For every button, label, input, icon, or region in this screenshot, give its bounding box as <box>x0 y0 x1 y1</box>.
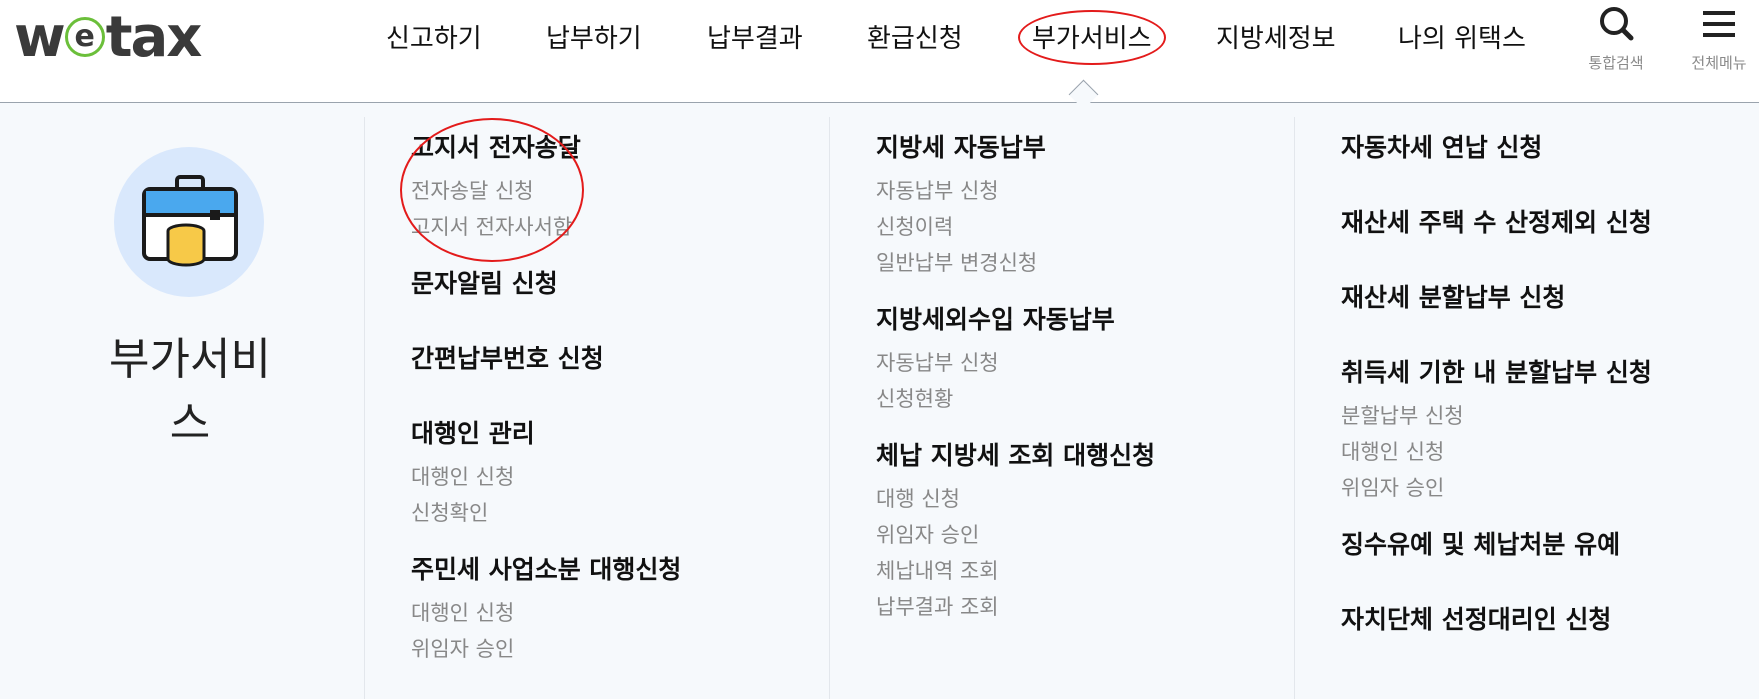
menu-group-title[interactable]: 취득세 기한 내 분할납부 신청 <box>1341 356 1652 390</box>
column-divider <box>829 117 830 699</box>
search-icon <box>1600 7 1634 41</box>
menu-group: 지방세외수입 자동납부 자동납부 신청 신청현황 <box>876 303 1155 417</box>
nav-report[interactable]: 신고하기 <box>386 18 482 55</box>
menu-sub-item[interactable]: 위임자 승인 <box>876 517 1155 553</box>
search-button[interactable]: 통합검색 <box>1580 6 1652 73</box>
menu-group: 취득세 기한 내 분할납부 신청 분할납부 신청 대행인 신청 위임자 승인 <box>1341 356 1652 506</box>
all-menu-button[interactable]: 전체메뉴 <box>1683 6 1755 73</box>
menu-sub-item[interactable]: 대행인 신청 <box>1341 434 1652 470</box>
menu-group-title[interactable]: 지방세외수입 자동납부 <box>876 303 1155 337</box>
menu-sub-item[interactable]: 대행인 신청 <box>411 459 681 495</box>
column-divider <box>364 117 365 699</box>
menu-group-title[interactable]: 자치단체 선정대리인 신청 <box>1341 603 1652 637</box>
site-header: w e tax 신고하기 납부하기 납부결과 환급신청 부가서비스 지방세정보 나의… <box>0 0 1759 103</box>
menu-group-title[interactable]: 간편납부번호 신청 <box>411 342 681 376</box>
nav-additional-services[interactable]: 부가서비스 <box>1018 10 1166 65</box>
menu-group-title[interactable]: 자동차세 연납 신청 <box>1341 131 1652 165</box>
logo-e-char: e <box>74 18 95 54</box>
menu-group: 간편납부번호 신청 <box>411 342 681 376</box>
menu-sub-item[interactable]: 자동납부 신청 <box>876 345 1155 381</box>
section-title: 부가서비스 <box>109 334 271 449</box>
menu-group-title[interactable]: 문자알림 신청 <box>411 267 681 301</box>
menu-sub-item[interactable]: 신청이력 <box>876 209 1155 245</box>
logo-prefix: w <box>14 5 66 70</box>
menu-group-title[interactable]: 체납 지방세 조회 대행신청 <box>876 439 1155 473</box>
menu-sub-item[interactable]: 대행인 신청 <box>411 595 681 631</box>
nav-local-tax-info[interactable]: 지방세정보 <box>1216 18 1336 55</box>
menu-group: 자치단체 선정대리인 신청 <box>1341 603 1652 637</box>
menu-sub-item[interactable]: 위임자 승인 <box>1341 470 1652 506</box>
menu-group: 재산세 주택 수 산정제외 신청 <box>1341 206 1652 240</box>
hamburger-menu-icon <box>1703 11 1735 37</box>
section-badge <box>114 147 264 297</box>
menu-sub-item[interactable]: 분할납부 신청 <box>1341 398 1652 434</box>
menu-group: 주민세 사업소분 대행신청 대행인 신청 위임자 승인 <box>411 553 681 667</box>
menu-group: 체납 지방세 조회 대행신청 대행 신청 위임자 승인 체납내역 조회 납부결과… <box>876 439 1155 625</box>
menu-sub-item[interactable]: 자동납부 신청 <box>876 173 1155 209</box>
menu-group-title[interactable]: 징수유예 및 체납처분 유예 <box>1341 528 1652 562</box>
menu-sub-item[interactable]: 대행 신청 <box>876 481 1155 517</box>
menu-group: 지방세 자동납부 자동납부 신청 신청이력 일반납부 변경신청 <box>876 131 1155 281</box>
search-label: 통합검색 <box>1588 54 1644 72</box>
logo-suffix: tax <box>105 5 203 70</box>
nav-payment[interactable]: 납부하기 <box>546 18 642 55</box>
menu-group-title[interactable]: 재산세 분할납부 신청 <box>1341 281 1652 315</box>
briefcase-coins-icon <box>142 175 238 267</box>
menu-group: 재산세 분할납부 신청 <box>1341 281 1652 315</box>
menu-sub-item[interactable]: 일반납부 변경신청 <box>876 245 1155 281</box>
logo-e-mark: e <box>64 16 105 57</box>
menu-sub-item[interactable]: 신청확인 <box>411 495 681 531</box>
mega-menu-panel: 부가서비스 고지서 전자송달 전자송달 신청 고지서 전자사서함 문자알림 신청… <box>0 103 1759 699</box>
menu-group-title[interactable]: 대행인 관리 <box>411 417 681 451</box>
menu-sub-item[interactable]: 체납내역 조회 <box>876 553 1155 589</box>
wetax-logo[interactable]: w e tax <box>14 10 202 66</box>
menu-sub-item[interactable]: 위임자 승인 <box>411 631 681 667</box>
menu-column-3: 자동차세 연납 신청 재산세 주택 수 산정제외 신청 재산세 분할납부 신청 … <box>1341 131 1652 637</box>
menu-group-title[interactable]: 주민세 사업소분 대행신청 <box>411 553 681 587</box>
nav-payment-result[interactable]: 납부결과 <box>707 18 803 55</box>
menu-group: 문자알림 신청 <box>411 267 681 301</box>
menu-sub-item[interactable]: 납부결과 조회 <box>876 589 1155 625</box>
menu-group-title[interactable]: 지방세 자동납부 <box>876 131 1155 165</box>
nav-my-wetax[interactable]: 나의 위택스 <box>1398 18 1526 55</box>
menu-group: 징수유예 및 체납처분 유예 <box>1341 528 1652 562</box>
menu-column-2: 지방세 자동납부 자동납부 신청 신청이력 일반납부 변경신청 지방세외수입 자… <box>876 131 1155 625</box>
menu-group: 자동차세 연납 신청 <box>1341 131 1652 165</box>
highlight-annotation-ring <box>400 118 584 262</box>
all-menu-label: 전체메뉴 <box>1691 54 1747 72</box>
menu-group-title[interactable]: 재산세 주택 수 산정제외 신청 <box>1341 206 1652 240</box>
menu-sub-item[interactable]: 신청현황 <box>876 381 1155 417</box>
menu-group: 대행인 관리 대행인 신청 신청확인 <box>411 417 681 531</box>
column-divider <box>1294 117 1295 699</box>
nav-refund[interactable]: 환급신청 <box>867 18 963 55</box>
